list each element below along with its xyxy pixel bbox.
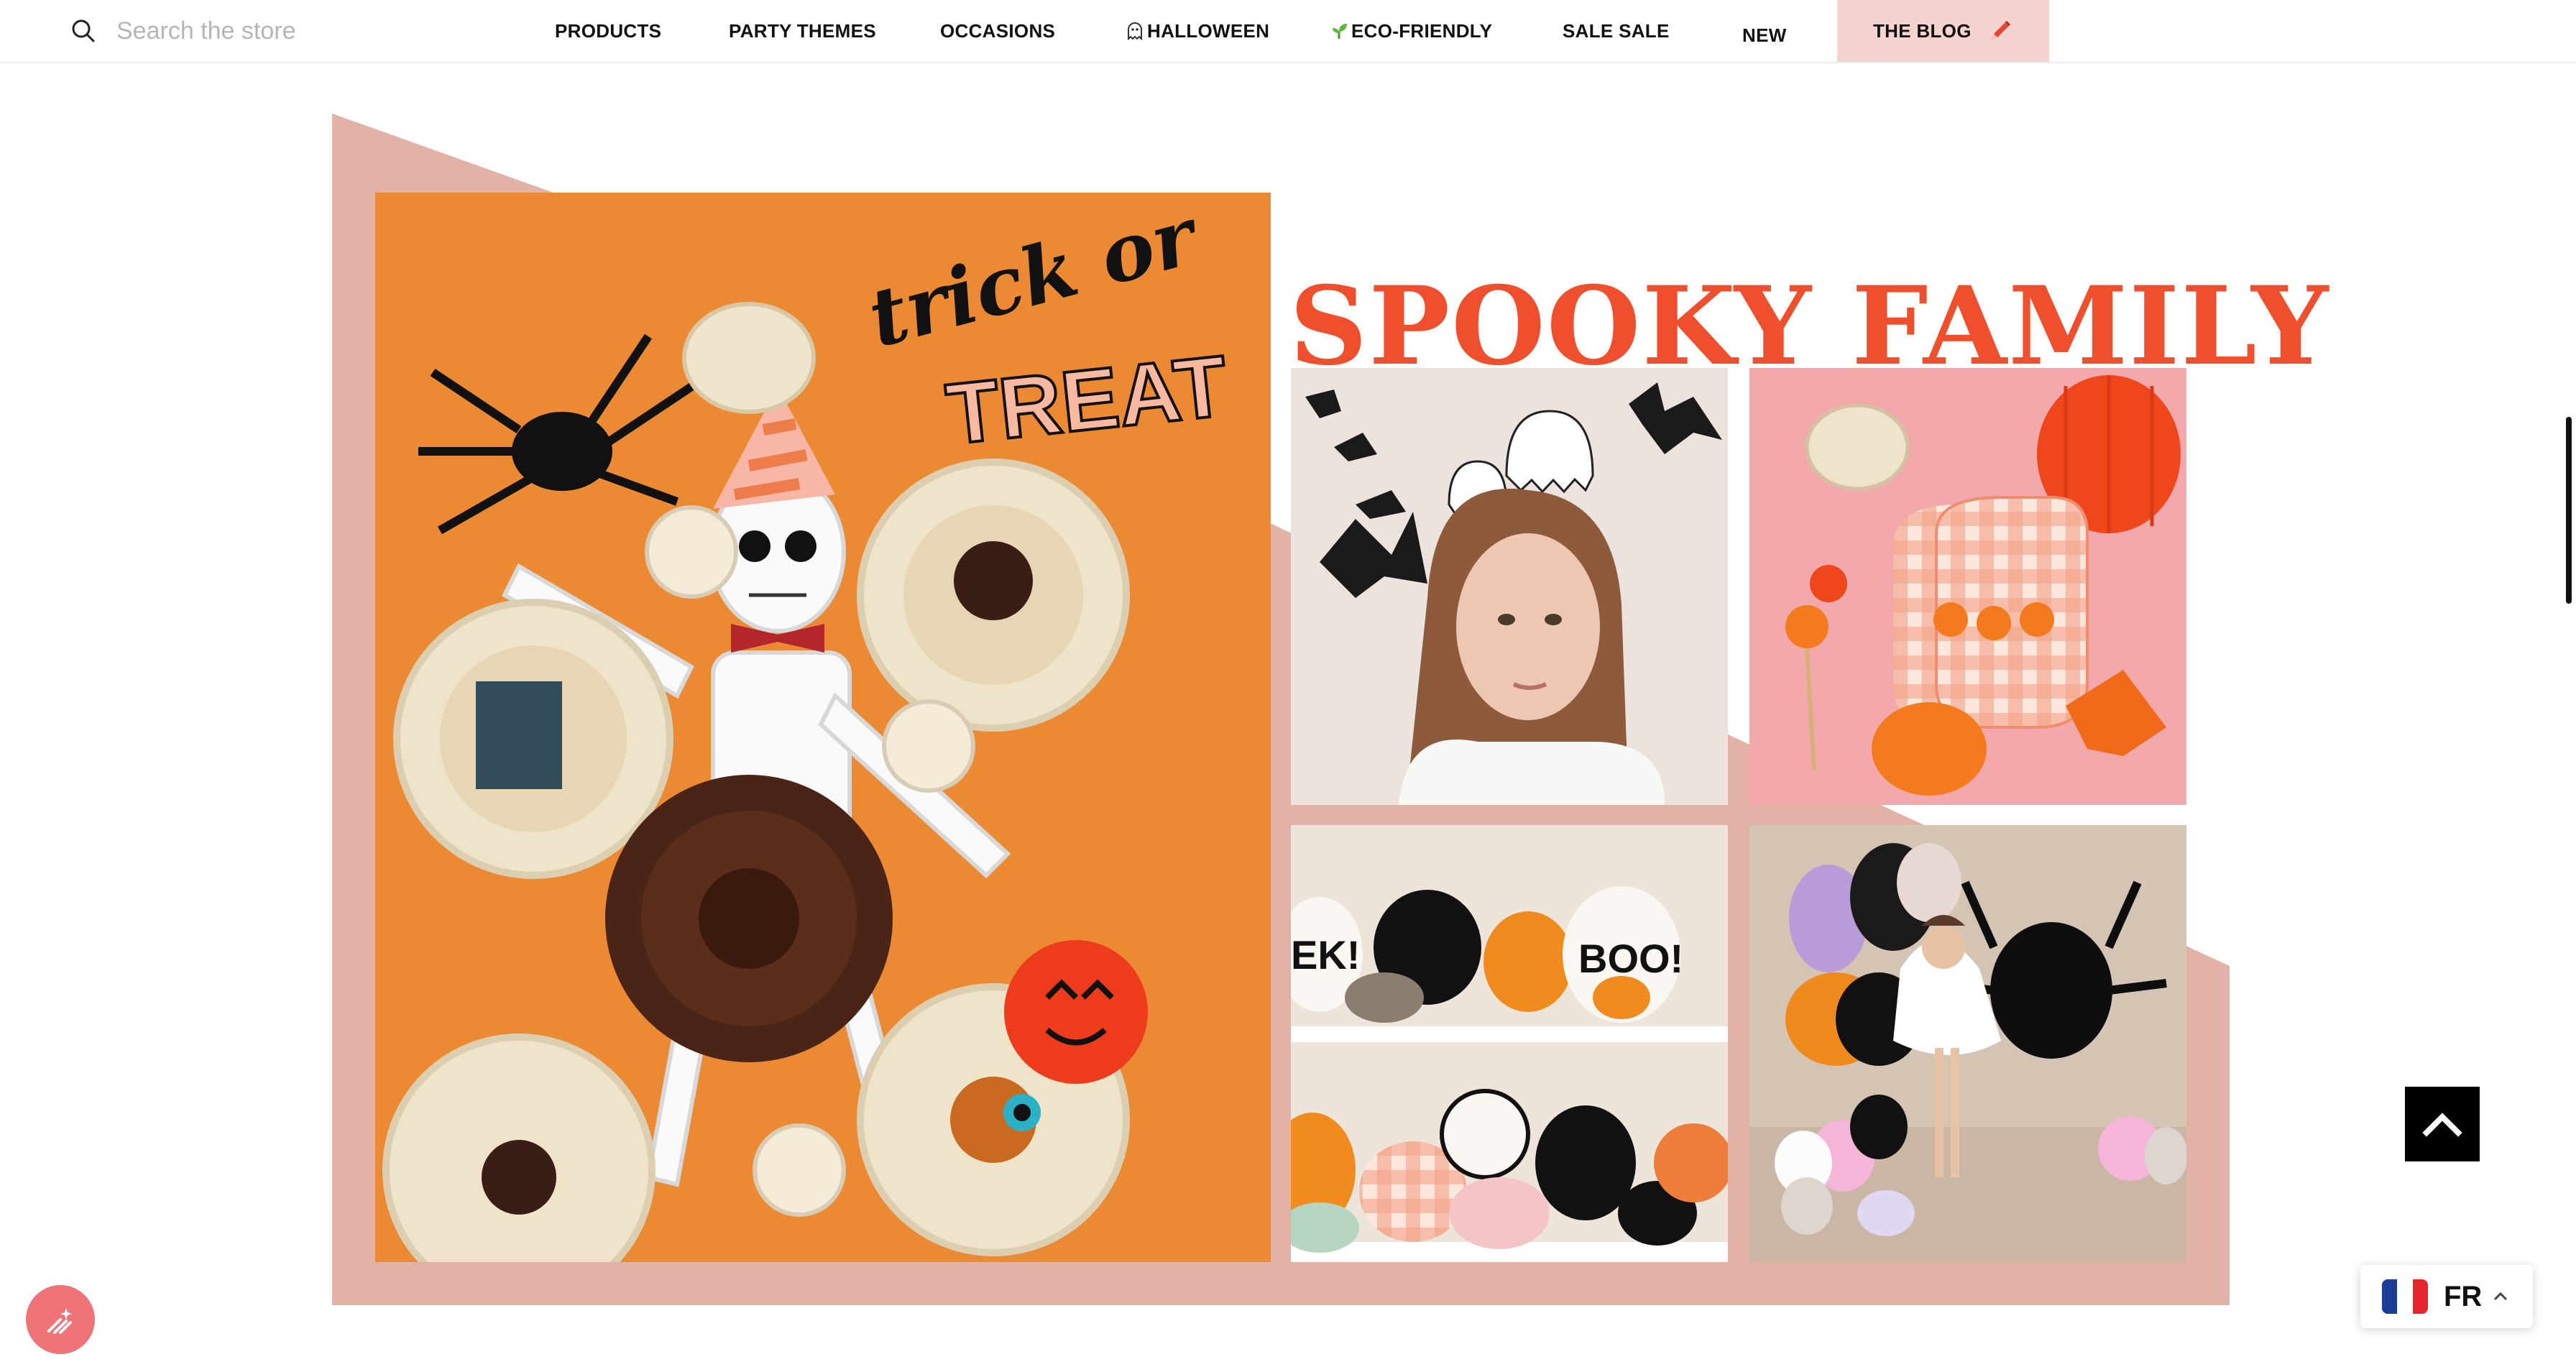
nav-products[interactable]: PRODUCTS xyxy=(555,0,661,62)
france-flag-icon xyxy=(2382,1279,2428,1314)
sprout-icon xyxy=(1333,24,1347,39)
nav-sale[interactable]: SALE SALE xyxy=(1563,0,1670,62)
photo-halloween-table[interactable]: trick or TREAT xyxy=(375,193,1271,1262)
photo-pumpkin-shelves[interactable]: EK! BOO! xyxy=(1291,825,1728,1262)
photo-girl-balloons[interactable] xyxy=(1749,825,2186,1262)
chevron-up-icon xyxy=(2494,1292,2508,1301)
spooky-family-banner[interactable]: SPOOKY FAMILY trick or TREAT EK! BOO! xyxy=(0,63,2576,1367)
chevron-up-icon xyxy=(2422,1113,2462,1137)
language-code: FR xyxy=(2444,1280,2483,1312)
photo-pink-pumpkin-plates[interactable] xyxy=(1749,368,2186,805)
nav-the-blog[interactable]: THE BLOG xyxy=(1837,0,2049,62)
site-header: PRODUCTS PARTY THEMES OCCASIONS HALLOWEE… xyxy=(0,0,2576,63)
search-input[interactable] xyxy=(116,17,490,45)
nav-halloween[interactable]: HALLOWEEN xyxy=(1126,0,1269,62)
photo-girl-ghost-crown[interactable] xyxy=(1291,368,1728,805)
nav-party-themes[interactable]: PARTY THEMES xyxy=(729,0,876,62)
search-icon[interactable] xyxy=(69,17,98,45)
ghost-icon xyxy=(1128,22,1142,40)
page-scrollbar[interactable] xyxy=(2562,63,2576,1367)
wand-icon xyxy=(47,1308,72,1334)
pencil-icon xyxy=(1991,21,2010,40)
search-bar[interactable] xyxy=(69,13,490,49)
back-to-top-button[interactable] xyxy=(2405,1087,2480,1161)
shelf-text-boo: BOO! xyxy=(1578,936,1683,981)
accessibility-widget-button[interactable] xyxy=(26,1285,95,1354)
shelf-text-eek: EK! xyxy=(1291,932,1360,977)
nav-new[interactable]: NEW xyxy=(1742,4,1787,66)
nav-occasions[interactable]: OCCASIONS xyxy=(940,0,1055,62)
nav-eco-friendly[interactable]: ECO-FRIENDLY xyxy=(1331,0,1492,62)
language-switcher[interactable]: FR xyxy=(2360,1265,2533,1328)
scrollbar-thumb[interactable] xyxy=(2566,417,2572,604)
